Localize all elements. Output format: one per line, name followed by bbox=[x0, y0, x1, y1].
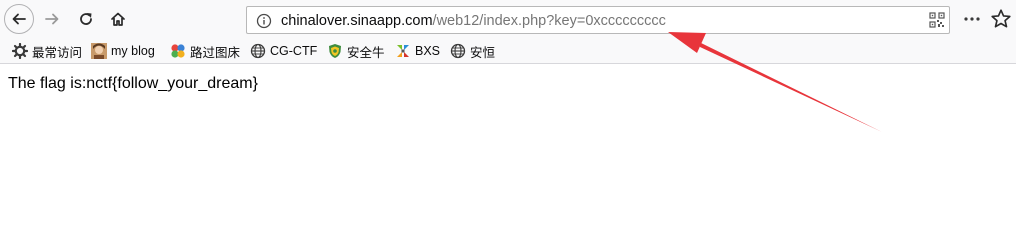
globe-icon bbox=[450, 43, 466, 59]
bookmark-anheng[interactable]: 安恒 bbox=[450, 41, 495, 61]
bookmark-security-niu[interactable]: 安全牛 bbox=[327, 41, 385, 61]
shield-icon bbox=[329, 44, 341, 58]
bookmark-label: my blog bbox=[111, 44, 155, 58]
avatar-icon bbox=[91, 43, 107, 59]
bookmark-bxs[interactable]: BXS bbox=[395, 41, 440, 61]
star-icon[interactable] bbox=[990, 8, 1012, 30]
bookmark-label: CG-CTF bbox=[270, 44, 318, 58]
flag-text: The flag is:nctf{follow_your_dream} bbox=[8, 75, 258, 92]
qr-code-icon[interactable] bbox=[929, 12, 945, 28]
bookmark-label: BXS bbox=[415, 44, 441, 58]
bookmarks-toolbar: 最常访问 my blog 路过图床 CG-CTF 安全牛 BXS 安恒 bbox=[0, 38, 1016, 64]
forward-button[interactable] bbox=[40, 7, 64, 31]
back-button[interactable] bbox=[4, 4, 34, 34]
bookmark-my-blog[interactable]: my blog bbox=[91, 41, 155, 61]
flower-icon bbox=[171, 44, 185, 58]
bookmark-label: 最常访问 bbox=[32, 45, 83, 60]
arrow-left-icon bbox=[12, 13, 26, 25]
page-content: The flag is:nctf{follow_your_dream} bbox=[0, 64, 1016, 209]
url-path: /web12/index.php?key=0xccccccccc bbox=[432, 13, 666, 29]
browser-window: chinalover.sinaapp.com/web12/index.php?k… bbox=[0, 0, 1016, 209]
navigation-toolbar: chinalover.sinaapp.com/web12/index.php?k… bbox=[0, 0, 1016, 38]
page-actions-button[interactable] bbox=[960, 9, 984, 29]
bookmark-label: 安恒 bbox=[470, 45, 496, 60]
url-text[interactable]: chinalover.sinaapp.com/web12/index.php?k… bbox=[281, 13, 666, 29]
home-button[interactable] bbox=[106, 7, 130, 31]
url-host: chinalover.sinaapp.com bbox=[281, 13, 433, 29]
bookmark-most-visited[interactable]: 最常访问 bbox=[12, 41, 82, 61]
more-horizontal-icon bbox=[964, 17, 980, 21]
reload-icon bbox=[80, 13, 92, 25]
address-bar[interactable]: chinalover.sinaapp.com/web12/index.php?k… bbox=[246, 6, 950, 34]
info-icon[interactable] bbox=[256, 13, 272, 29]
leaf-icon bbox=[397, 45, 409, 57]
bookmark-image-host[interactable]: 路过图床 bbox=[170, 41, 240, 61]
reload-button[interactable] bbox=[74, 7, 98, 31]
arrow-right-icon bbox=[45, 13, 59, 25]
bookmark-label: 路过图床 bbox=[190, 45, 241, 60]
globe-icon bbox=[250, 43, 266, 59]
home-icon bbox=[111, 12, 125, 26]
gear-icon bbox=[12, 43, 28, 59]
bookmark-cg-ctf[interactable]: CG-CTF bbox=[250, 41, 317, 61]
bookmark-label: 安全牛 bbox=[347, 45, 385, 60]
